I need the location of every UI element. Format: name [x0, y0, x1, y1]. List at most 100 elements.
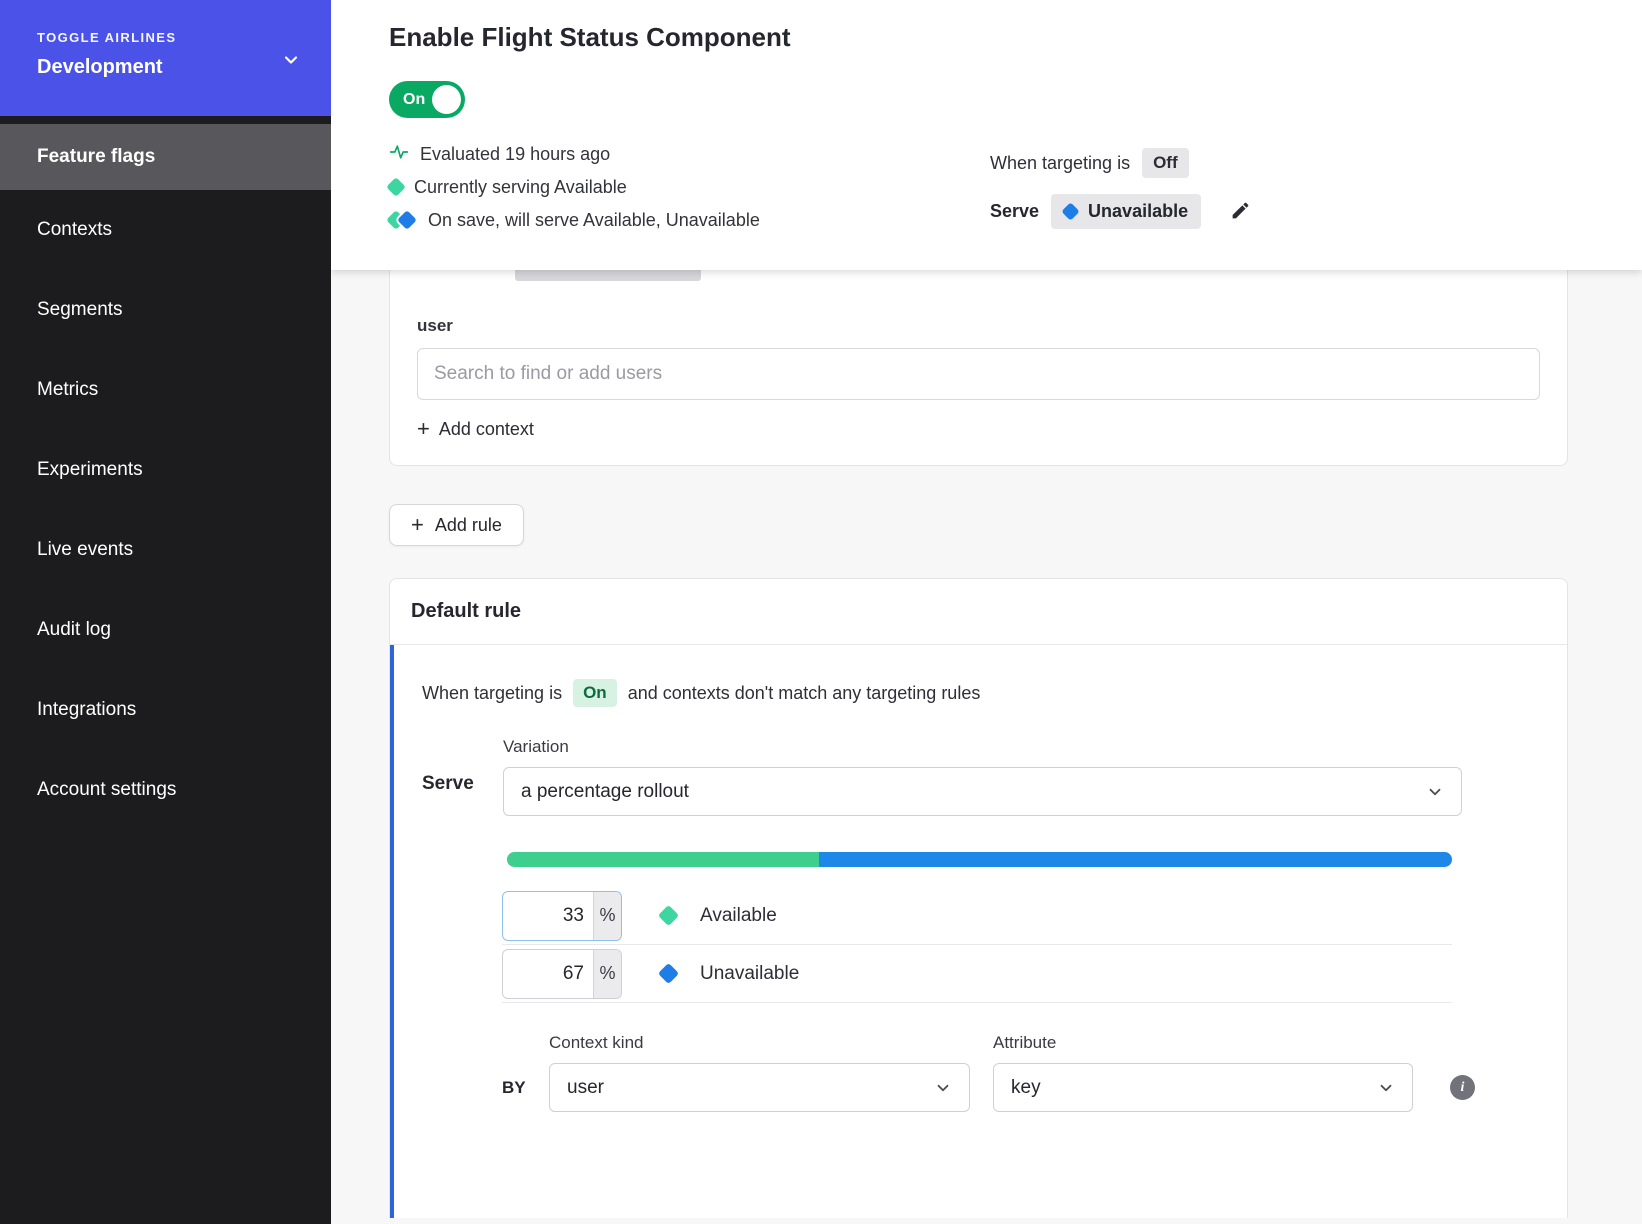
- when-targeting-off-row: When targeting is Off: [990, 148, 1253, 178]
- sidebar-item-live-events[interactable]: Live events: [0, 510, 331, 590]
- rollout-rows: % Available % Unavailable: [502, 887, 1452, 1003]
- chevron-down-icon: [281, 50, 301, 70]
- targeting-body: user + Add context + Add rule Default ru…: [331, 270, 1642, 1224]
- page-title: Enable Flight Status Component: [389, 22, 1642, 53]
- variation-name-unavailable: Unavailable: [700, 963, 799, 985]
- condition-suffix: and contexts don't match any targeting r…: [628, 683, 981, 704]
- chevron-down-icon: [1377, 1079, 1395, 1097]
- targeting-off-badge: Off: [1142, 148, 1189, 178]
- sidebar-item-label: Contexts: [37, 219, 112, 241]
- percent-input-group-available: %: [502, 891, 622, 941]
- info-icon[interactable]: i: [1450, 1075, 1475, 1100]
- individual-targeting-card: user + Add context: [389, 270, 1568, 466]
- sidebar-item-contexts[interactable]: Contexts: [0, 190, 331, 270]
- sidebar-item-label: Segments: [37, 299, 123, 321]
- variation-name-available: Available: [700, 905, 777, 927]
- hidden-tab-fragment: [515, 270, 701, 281]
- sidebar-item-label: Feature flags: [37, 146, 155, 168]
- variation-selected-value: a percentage rollout: [521, 781, 689, 803]
- sidebar-item-account-settings[interactable]: Account settings: [0, 750, 331, 830]
- off-variation-badge[interactable]: Unavailable: [1051, 194, 1201, 229]
- sidebar-item-label: Audit log: [37, 619, 111, 641]
- condition-prefix: When targeting is: [422, 683, 562, 704]
- sidebar-item-feature-flags[interactable]: Feature flags: [0, 124, 331, 190]
- by-label: BY: [502, 1078, 549, 1112]
- rollout-by-row: BY Context kind user Attribute: [422, 1033, 1567, 1112]
- off-variation-value: Unavailable: [1088, 201, 1188, 222]
- context-kind-field: Context kind user: [549, 1033, 970, 1112]
- sidebar: TOGGLE AIRLINES Development Feature flag…: [0, 0, 331, 1224]
- plus-icon: +: [411, 514, 424, 536]
- default-rule-card: Default rule When targeting is On and co…: [389, 578, 1568, 1218]
- serve-label: Serve: [422, 737, 503, 816]
- off-variation-box: When targeting is Off Serve Unavailable: [990, 148, 1253, 229]
- percent-unit: %: [593, 892, 621, 940]
- evaluated-text: Evaluated 19 hours ago: [420, 144, 610, 165]
- when-targeting-label: When targeting is: [990, 153, 1130, 174]
- variation-select[interactable]: a percentage rollout: [503, 767, 1462, 816]
- percent-unit: %: [593, 950, 621, 998]
- environment-name: Development: [37, 56, 303, 79]
- default-rule-condition: When targeting is On and contexts don't …: [422, 679, 1567, 707]
- context-kind-heading: user: [417, 316, 1540, 336]
- percent-input-group-unavailable: %: [502, 949, 622, 999]
- sidebar-item-segments[interactable]: Segments: [0, 270, 331, 350]
- default-rule-title: Default rule: [411, 600, 1546, 623]
- toggle-knob: [432, 85, 461, 114]
- org-name: TOGGLE AIRLINES: [37, 30, 303, 45]
- pulse-icon: [389, 142, 409, 167]
- percent-input-unavailable[interactable]: [503, 950, 593, 998]
- user-search-input[interactable]: [417, 348, 1540, 400]
- default-rule-header: Default rule: [390, 579, 1567, 645]
- chevron-down-icon: [934, 1079, 952, 1097]
- off-serve-row: Serve Unavailable: [990, 194, 1253, 229]
- toggle-state-label: On: [403, 91, 425, 109]
- sidebar-item-metrics[interactable]: Metrics: [0, 350, 331, 430]
- sidebar-item-audit-log[interactable]: Audit log: [0, 590, 331, 670]
- sidebar-item-label: Integrations: [37, 699, 136, 721]
- flag-toggle[interactable]: On: [389, 81, 465, 118]
- available-diamond-icon: [658, 905, 679, 926]
- sidebar-item-label: Metrics: [37, 379, 98, 401]
- variation-field: Variation a percentage rollout: [503, 737, 1462, 816]
- context-kind-label: Context kind: [549, 1033, 970, 1053]
- project-environment-switcher[interactable]: TOGGLE AIRLINES Development: [0, 0, 331, 116]
- sidebar-item-label: Account settings: [37, 779, 176, 801]
- unavailable-diamond-icon: [658, 963, 679, 984]
- variations-diamonds-icon: [389, 211, 417, 229]
- plus-icon: +: [417, 418, 430, 440]
- rollout-bar-segment-unavailable: [819, 852, 1452, 867]
- sidebar-item-experiments[interactable]: Experiments: [0, 430, 331, 510]
- currently-serving-text: Currently serving Available: [414, 177, 627, 198]
- attribute-select[interactable]: key: [993, 1063, 1413, 1112]
- add-rule-button[interactable]: + Add rule: [389, 504, 524, 546]
- rollout-bar-segment-available: [507, 852, 819, 867]
- default-rule-body: When targeting is On and contexts don't …: [390, 645, 1567, 1218]
- on-save-text: On save, will serve Available, Unavailab…: [428, 210, 760, 231]
- add-rule-label: Add rule: [435, 515, 502, 536]
- unavailable-diamond-icon: [1061, 202, 1079, 220]
- flag-header: Enable Flight Status Component On Evalua…: [331, 0, 1642, 270]
- sidebar-nav: Feature flags Contexts Segments Metrics …: [0, 116, 331, 830]
- rollout-row-available: % Available: [502, 887, 1452, 945]
- sidebar-item-label: Live events: [37, 539, 133, 561]
- sidebar-item-integrations[interactable]: Integrations: [0, 670, 331, 750]
- percent-input-available[interactable]: [503, 892, 593, 940]
- chevron-down-icon: [1426, 783, 1444, 801]
- rollout-bar: [507, 852, 1452, 867]
- attribute-field: Attribute key: [993, 1033, 1413, 1112]
- pencil-icon: [1230, 200, 1251, 224]
- add-context-button[interactable]: + Add context: [417, 418, 534, 440]
- edit-off-variation-button[interactable]: [1227, 199, 1253, 225]
- available-diamond-icon: [386, 177, 406, 197]
- targeting-on-badge: On: [573, 679, 617, 707]
- add-context-label: Add context: [439, 419, 534, 440]
- serve-variation-row: Serve Variation a percentage rollout: [422, 737, 1567, 816]
- context-kind-selected-value: user: [567, 1077, 604, 1099]
- context-kind-select[interactable]: user: [549, 1063, 970, 1112]
- sidebar-item-label: Experiments: [37, 459, 143, 481]
- main-content: Enable Flight Status Component On Evalua…: [331, 0, 1642, 1224]
- attribute-label: Attribute: [993, 1033, 1413, 1053]
- variation-label: Variation: [503, 737, 1462, 757]
- serve-label: Serve: [990, 201, 1039, 222]
